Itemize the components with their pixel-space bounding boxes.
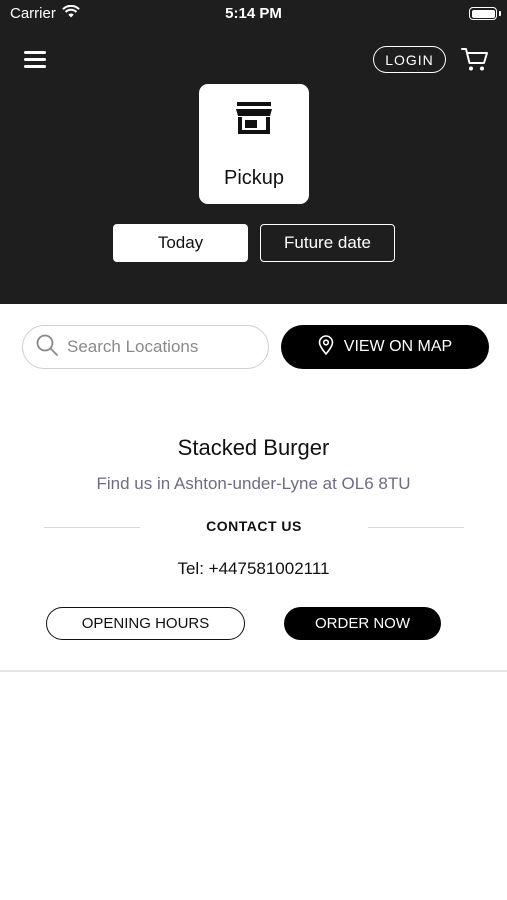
login-button[interactable]: LOGIN	[373, 46, 446, 73]
storefront-icon	[235, 102, 273, 136]
contact-us-row: CONTACT US	[44, 517, 464, 537]
search-input[interactable]	[67, 337, 247, 357]
status-bar: Carrier 5:14 PM	[0, 0, 507, 28]
hamburger-menu-icon[interactable]	[22, 48, 48, 70]
battery-tip	[499, 11, 501, 16]
cart-icon[interactable]	[460, 44, 490, 74]
contact-divider-right	[368, 527, 464, 528]
contact-us-title: CONTACT US	[206, 518, 302, 534]
pickup-label: Pickup	[223, 167, 285, 189]
header: Carrier 5:14 PM LOGIN Pickup Today Futur…	[0, 0, 507, 304]
status-time: 5:14 PM	[225, 5, 282, 22]
order-now-button[interactable]: ORDER NOW	[284, 607, 441, 640]
battery-icon	[469, 7, 497, 20]
store-name: Stacked Burger	[177, 435, 330, 460]
search-icon	[35, 333, 59, 362]
view-on-map-label: VIEW ON MAP	[343, 338, 453, 355]
opening-hours-button[interactable]: OPENING HOURS	[46, 607, 245, 640]
view-on-map-button[interactable]: VIEW ON MAP	[281, 325, 489, 369]
today-button[interactable]: Today	[113, 224, 248, 262]
store-phone[interactable]: Tel: +447581002111	[0, 559, 507, 579]
pickup-option-card[interactable]: Pickup	[199, 84, 309, 204]
store-address: Find us in Ashton-under-Lyne at OL6 8TU	[96, 474, 411, 493]
location-pin-icon	[318, 334, 334, 360]
future-date-button[interactable]: Future date	[260, 224, 395, 262]
search-box[interactable]	[22, 325, 269, 369]
section-divider	[0, 670, 507, 672]
